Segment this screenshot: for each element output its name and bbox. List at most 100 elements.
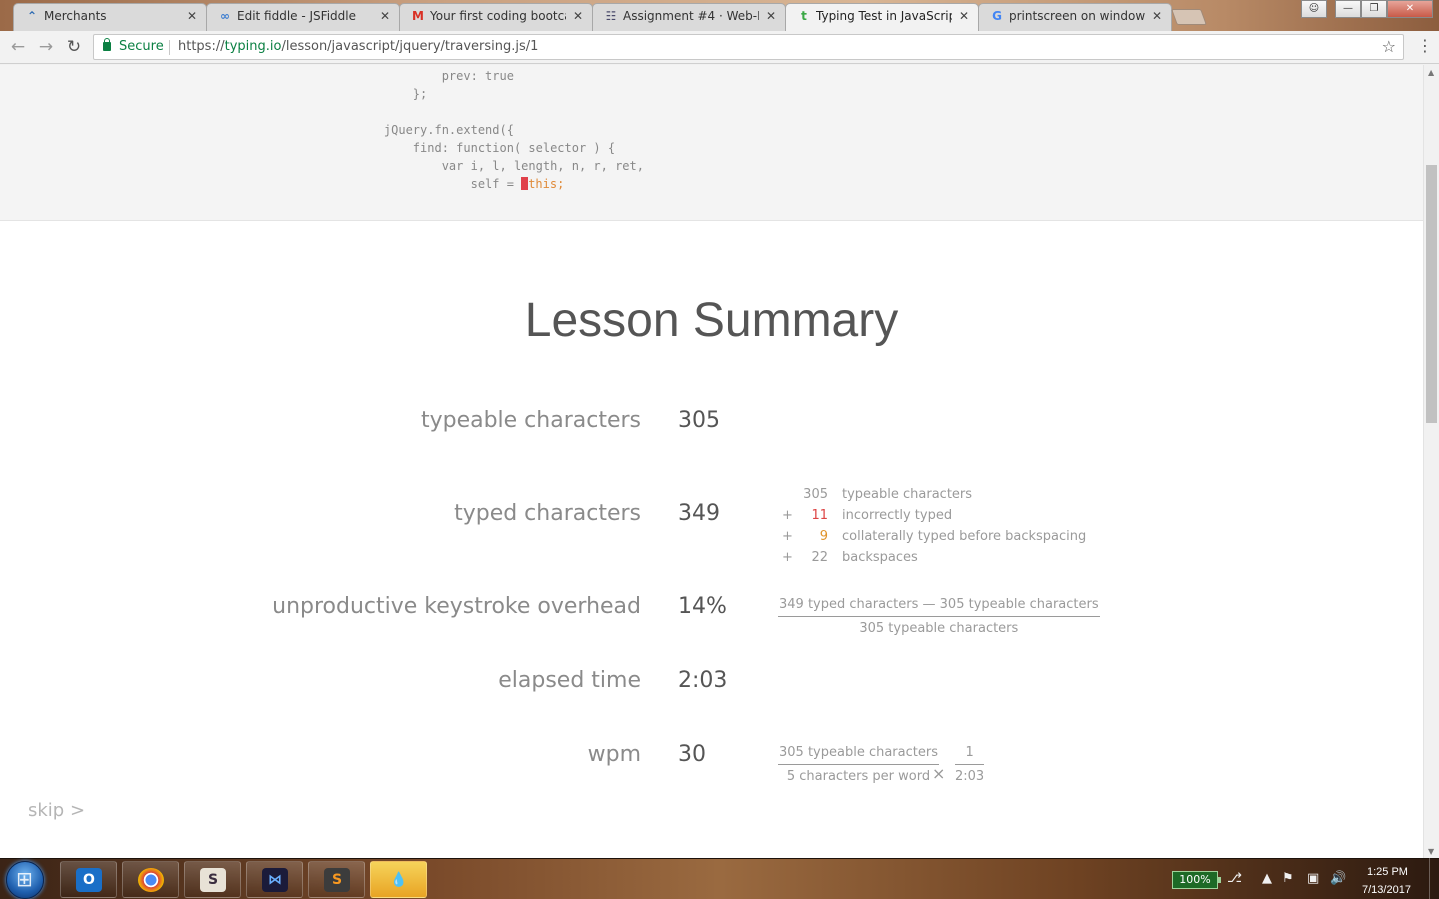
power-plug-icon[interactable]: ⎇ — [1227, 871, 1242, 887]
code-remaining: this; — [528, 177, 565, 191]
browser-toolbar: ← → ↻ Secure https://typing.io/lesson/ja… — [0, 31, 1439, 64]
close-tab-icon[interactable]: ✕ — [1152, 4, 1162, 28]
multiply-sign: × — [932, 764, 946, 783]
formula-denominator: 5 characters per word — [786, 769, 931, 784]
close-tab-icon[interactable]: ✕ — [766, 4, 776, 28]
taskbar-slack[interactable]: S — [184, 861, 241, 898]
tab-strip: ⌃ Merchants ✕ ∞ Edit fiddle - JSFiddle ✕… — [0, 0, 1439, 31]
show-hidden-icons-icon[interactable]: ▲ — [1262, 871, 1272, 887]
scroll-up-arrow-icon[interactable]: ▲ — [1428, 68, 1434, 77]
tab-merchants[interactable]: ⌃ Merchants ✕ — [13, 3, 207, 31]
breakdown-label: collaterally typed before backspacing — [842, 529, 1087, 544]
code-typed: self = — [355, 177, 514, 191]
lock-icon — [103, 38, 111, 51]
clock-time[interactable]: 1:25 PM — [1367, 866, 1408, 878]
stat-value-typed: 349 — [678, 501, 720, 526]
tab-google-search[interactable]: G printscreen on windows ✕ — [978, 3, 1172, 31]
window-close-button[interactable]: ✕ — [1387, 0, 1433, 18]
reload-icon[interactable]: ↻ — [64, 37, 84, 57]
formula-numerator: 349 typed characters — 305 typeable char… — [778, 597, 1100, 617]
minimize-button[interactable]: — — [1335, 0, 1361, 18]
formula-numerator: 305 typeable characters — [778, 745, 939, 765]
chrome-icon — [138, 868, 164, 892]
scroll-thumb[interactable] — [1426, 165, 1437, 423]
book-icon: ☷ — [605, 9, 617, 23]
volume-icon[interactable]: 🔊 — [1330, 871, 1346, 887]
skip-link[interactable]: skip > — [28, 800, 85, 821]
code-line: var i, l, length, n, r, ret, — [355, 159, 644, 173]
new-tab-button[interactable] — [1171, 9, 1207, 25]
close-tab-icon[interactable]: ✕ — [187, 4, 197, 28]
code-line: jQuery.fn.extend({ — [355, 123, 514, 137]
vpn-icon: 💧 — [390, 872, 408, 888]
google-icon: G — [992, 9, 1002, 23]
breakdown-value: 9 — [819, 529, 828, 544]
clock-date[interactable]: 7/13/2017 — [1362, 884, 1411, 896]
tab-assignment[interactable]: ☷ Assignment #4 · Web-De ✕ — [592, 3, 786, 31]
windows-taskbar: O S ⋈ S 💧 100% ⎇ ▲ ⚑ ▣ 🔊 — [0, 858, 1439, 899]
breakdown-sign: + — [782, 550, 793, 565]
bookmark-star-icon[interactable]: ☆ — [1382, 35, 1396, 59]
stat-value-typeable: 305 — [678, 408, 720, 433]
tab-title: Typing Test in JavaScript — [816, 9, 952, 23]
page-scrollbar[interactable]: ▲ ▼ — [1423, 65, 1439, 858]
tab-jsfiddle[interactable]: ∞ Edit fiddle - JSFiddle ✕ — [206, 3, 400, 31]
outlook-icon: O — [76, 868, 102, 892]
stat-label-typed: typed characters — [454, 501, 641, 526]
tab-typing-test[interactable]: t Typing Test in JavaScript ✕ — [785, 3, 979, 31]
breakdown-label: backspaces — [842, 550, 918, 565]
address-bar[interactable]: Secure https://typing.io/lesson/javascri… — [93, 34, 1404, 60]
breakdown-value: 22 — [811, 550, 828, 565]
slack-icon: S — [200, 868, 226, 892]
show-desktop-button[interactable] — [1429, 858, 1439, 899]
breakdown-value: 11 — [811, 508, 828, 523]
stat-value-overhead: 14% — [678, 594, 727, 619]
taskbar-vpn[interactable]: 💧 — [370, 861, 427, 898]
breakdown-sign: + — [782, 508, 793, 523]
network-icon[interactable]: ▣ — [1307, 871, 1319, 887]
tab-title: Your first coding bootcamp — [430, 9, 566, 23]
code-line-current: self = this; — [355, 175, 564, 193]
tab-title: Edit fiddle - JSFiddle — [237, 9, 356, 23]
stat-label-typeable: typeable characters — [420, 408, 641, 433]
url-host: typing.io — [224, 39, 282, 54]
taskbar-sublime-text[interactable]: S — [308, 861, 365, 898]
stat-value-elapsed: 2:03 — [678, 668, 728, 693]
code-line: prev: true — [355, 69, 514, 83]
formula-denominator: 305 typeable characters — [859, 621, 1019, 636]
forward-arrow-icon[interactable]: → — [36, 37, 56, 57]
menu-dots-icon[interactable]: ⋮ — [1417, 37, 1433, 55]
action-center-flag-icon[interactable]: ⚑ — [1282, 871, 1294, 887]
url-scheme: https:// — [178, 39, 225, 54]
url-separator — [169, 40, 170, 55]
close-tab-icon[interactable]: ✕ — [380, 4, 390, 28]
visual-studio-icon: ⋈ — [262, 868, 288, 892]
code-editor[interactable]: prev: true }; jQuery.fn.extend({ find: f… — [0, 65, 1423, 221]
wpm-formula-right: 1 2:03 — [955, 745, 985, 785]
stat-label-wpm: wpm — [587, 742, 641, 767]
secure-label: Secure — [119, 39, 164, 54]
stat-value-wpm: 30 — [678, 742, 706, 767]
back-arrow-icon[interactable]: ← — [8, 37, 28, 57]
code-line: }; — [355, 87, 428, 101]
taskbar-chrome[interactable] — [122, 861, 179, 898]
close-tab-icon[interactable]: ✕ — [573, 4, 583, 28]
url-path: /lesson/javascript/jquery/traversing.js/… — [281, 39, 539, 54]
tab-title: Merchants — [44, 9, 107, 23]
formula-denominator: 2:03 — [955, 769, 985, 784]
start-button[interactable] — [6, 861, 44, 899]
restore-button[interactable]: ❐ — [1361, 0, 1387, 18]
taskbar-outlook[interactable]: O — [60, 861, 117, 898]
merchants-icon: ⌃ — [26, 9, 38, 23]
close-tab-icon[interactable]: ✕ — [959, 4, 969, 28]
taskbar-visual-studio[interactable]: ⋈ — [246, 861, 303, 898]
scroll-down-arrow-icon[interactable]: ▼ — [1428, 847, 1434, 856]
page-content: prev: true }; jQuery.fn.extend({ find: f… — [0, 65, 1423, 858]
breakdown-value: 305 — [803, 487, 828, 502]
user-profile-icon[interactable]: ☺ — [1301, 0, 1327, 18]
url-text[interactable]: https://typing.io/lesson/javascript/jque… — [178, 35, 538, 59]
overhead-formula: 349 typed characters — 305 typeable char… — [778, 597, 1100, 637]
code-line: find: function( selector ) { — [355, 141, 616, 155]
battery-indicator[interactable]: 100% — [1172, 871, 1221, 889]
tab-gmail[interactable]: M Your first coding bootcamp ✕ — [399, 3, 593, 31]
